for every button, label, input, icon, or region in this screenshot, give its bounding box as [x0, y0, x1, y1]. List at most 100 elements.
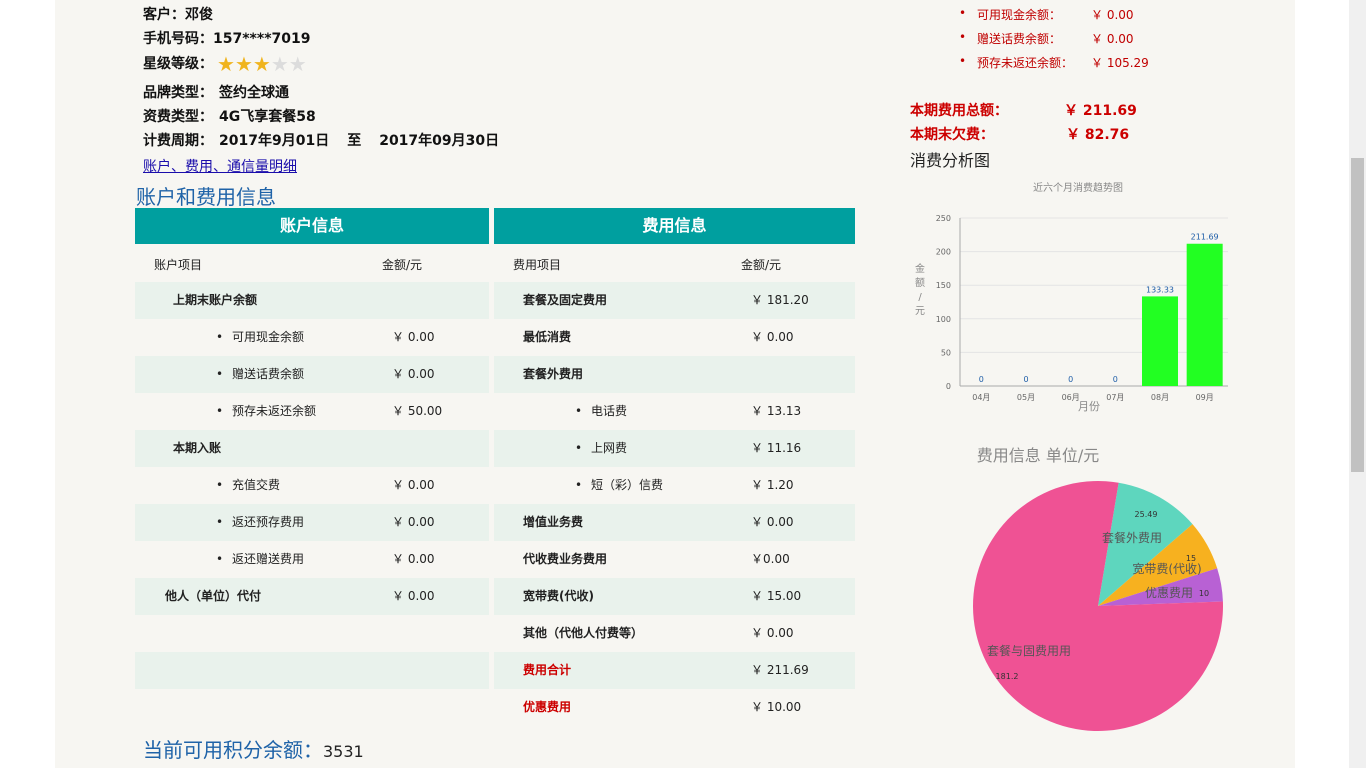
fee-pie-chart: 费用信息 单位/元25.491510181.2套餐外费用宽带费(代收)优惠费用套…: [973, 446, 1223, 731]
section-title: 账户和费用信息: [136, 185, 276, 209]
fee-item-label: 短（彩）信费: [575, 467, 663, 504]
pie-value-label: 25.49: [1135, 510, 1158, 519]
balance-value: ￥ 105.29: [1091, 56, 1149, 70]
account-item-label: 返还预存费用: [216, 504, 304, 541]
y-tick-label: 50: [941, 348, 951, 357]
bar-value-label: 133.33: [1146, 285, 1174, 294]
fee-item-value: ￥ 11.16: [751, 441, 802, 455]
pie-slice-label: 套餐与固费用用: [987, 643, 1071, 658]
fee-item-value: ￥ 0.00: [751, 626, 794, 640]
account-amount-col: 金额/元: [382, 258, 423, 272]
account-row: [135, 504, 489, 541]
vertical-scrollbar[interactable]: [1349, 0, 1366, 768]
bar: [1186, 243, 1223, 386]
balance-item: 预存未返还余额： ￥ 105.29: [959, 54, 1149, 71]
y-tick-label: 250: [936, 214, 951, 223]
x-tick-label: 08月: [1151, 393, 1169, 402]
balance-label: 预存未返还余额：: [977, 56, 1074, 70]
x-axis-label: 月份: [1078, 400, 1100, 413]
account-item-value: ￥ 0.00: [392, 330, 435, 344]
account-row: [135, 319, 489, 356]
fee-item-value: ￥ 211.69: [751, 663, 809, 677]
account-item-label: 充值交费: [216, 467, 280, 504]
fee-item-label: 其他（代他人付费等）: [523, 626, 644, 640]
account-item-label: 预存未返还余额: [216, 393, 316, 430]
star-empty-icon: ★: [288, 51, 307, 76]
fee-item-label: 上网费: [575, 430, 627, 467]
bar: [1142, 296, 1178, 386]
bar-value-label: 0: [1068, 375, 1073, 384]
star-empty-icon: ★: [270, 51, 289, 76]
balance-item: 赠送话费余额： ￥ 0.00: [959, 30, 1134, 47]
pie-value-label: 181.2: [996, 672, 1019, 681]
fee-item-label: 增值业务费: [523, 515, 584, 529]
account-item-value: ￥ 0.00: [392, 589, 435, 603]
fee-info-header: 费用信息: [494, 208, 855, 244]
fee-item-label: 最低消费: [523, 330, 572, 344]
brand-label: 品牌类型：: [143, 85, 213, 101]
fee-item-label: 电话费: [575, 393, 627, 430]
billing-period-label: 计费周期：: [143, 133, 213, 149]
account-row: [135, 356, 489, 393]
y-axis-label: 金额/元: [915, 262, 925, 317]
points-balance: 当前可用积分余额：3531: [143, 734, 364, 763]
y-tick-label: 100: [936, 315, 951, 324]
billing-period-line: 计费周期： 2017年9月01日 至 2017年09月30日: [143, 130, 499, 150]
x-tick-label: 06月: [1062, 393, 1080, 402]
detail-link[interactable]: 账户、费用、通信量明细: [143, 156, 297, 176]
fee-item-value: ￥0.00: [751, 552, 790, 566]
y-tick-label: 150: [936, 281, 951, 290]
period-start: 2017年9月01日: [219, 133, 330, 149]
fee-item-value: ￥ 0.00: [751, 515, 794, 529]
account-row: [135, 652, 489, 689]
x-tick-label: 04月: [972, 393, 990, 402]
account-item-label: 本期入账: [173, 441, 222, 455]
account-row: [135, 467, 489, 504]
phone-line: 手机号码：157****7019: [143, 28, 310, 48]
fee-item-value: ￥ 0.00: [751, 330, 794, 344]
fee-item-label: 代收费业务费用: [523, 552, 608, 566]
arrears-value: ￥ 82.76: [1066, 127, 1130, 143]
star-filled-icon: ★: [217, 51, 235, 76]
period-total-line: 本期费用总额： ￥ 211.69: [910, 100, 1137, 120]
period-total-value: ￥ 211.69: [1064, 103, 1137, 119]
fee-item-value: ￥ 10.00: [751, 700, 802, 714]
x-tick-label: 07月: [1106, 393, 1124, 402]
pie-slice-label: 宽带费(代收): [1132, 561, 1201, 576]
star-filled-icon: ★: [252, 51, 271, 76]
account-item-label: 上期末账户余额: [173, 293, 258, 307]
balance-label: 赠送话费余额：: [977, 32, 1062, 46]
balance-item: 可用现金余额： ￥ 0.00: [959, 6, 1134, 23]
phone-label: 手机号码：: [143, 31, 213, 47]
pie-slice-label: 优惠费用: [1145, 586, 1193, 600]
analysis-title: 消费分析图: [910, 151, 991, 170]
trend-bar-chart: 近六个月消费趋势图 0 50 100 150 200 250 金额/元月份 0 04月 0 05月 0 0…: [915, 181, 1228, 413]
account-item-label: 可用现金余额: [216, 319, 304, 356]
account-row: [135, 541, 489, 578]
fee-item-label: 套餐及固定费用: [523, 293, 608, 307]
customer-name: 邓俊: [185, 7, 213, 23]
bar-value-label: 0: [1023, 375, 1028, 384]
pie-title: 费用信息 单位/元: [977, 446, 1099, 465]
balance-value: ￥ 0.00: [1091, 32, 1134, 46]
brand-line: 品牌类型： 签约全球通: [143, 82, 289, 102]
star-level-label: 星级等级：: [143, 56, 213, 72]
star-filled-icon: ★: [234, 51, 253, 76]
scrollbar-thumb[interactable]: [1351, 158, 1364, 472]
fee-item-label: 优惠费用: [523, 700, 572, 714]
period-end: 2017年09月30日: [379, 133, 500, 149]
pie-value-label: 10: [1199, 589, 1209, 598]
x-tick-label: 09月: [1196, 393, 1214, 402]
account-item-label: 返还赠送费用: [216, 541, 304, 578]
fee-item-value: ￥ 1.20: [751, 478, 794, 492]
brand-value: 签约全球通: [219, 85, 289, 101]
bar-value-label: 0: [1113, 375, 1118, 384]
account-item-label: 赠送话费余额: [216, 356, 304, 393]
balance-label: 可用现金余额：: [977, 8, 1062, 22]
chart-title: 近六个月消费趋势图: [1033, 181, 1123, 194]
account-item-value: ￥ 50.00: [392, 404, 443, 418]
customer-name-line: 客户：邓俊: [143, 4, 213, 24]
account-item-value: ￥ 0.00: [392, 552, 435, 566]
arrears-line: 本期末欠费： ￥ 82.76: [910, 124, 1129, 144]
bar-value-label: 0: [979, 375, 984, 384]
